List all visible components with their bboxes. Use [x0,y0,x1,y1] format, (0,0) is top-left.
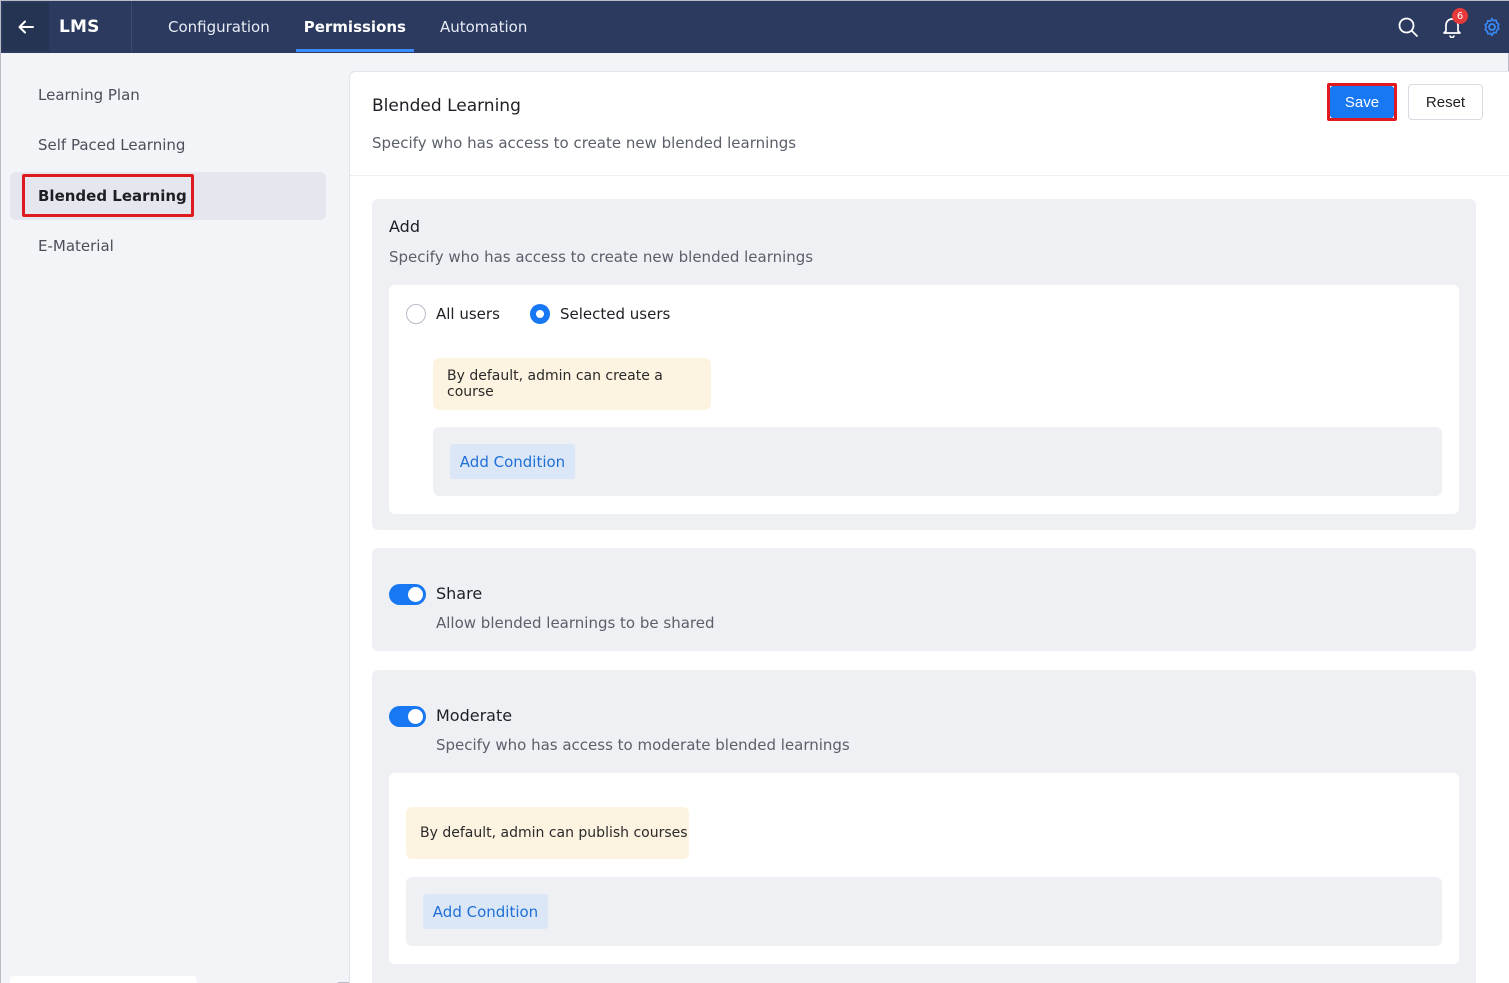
condition-area: Add Condition [406,877,1442,946]
add-condition-button[interactable]: Add Condition [450,444,575,479]
default-admin-note: By default, admin can publish courses [406,807,689,859]
sidebar-item-learning-plan[interactable]: Learning Plan [10,71,326,119]
moderate-section-body: By default, admin can publish courses Ad… [389,773,1459,964]
tab-configuration[interactable]: Configuration [168,1,270,53]
notifications-button[interactable]: 6 [1430,1,1474,53]
add-condition-button[interactable]: Add Condition [423,894,548,929]
share-toggle[interactable] [389,584,426,605]
save-button[interactable]: Save [1330,86,1394,118]
sidebar-item-e-material[interactable]: E-Material [10,222,326,270]
main-nav: Configuration Permissions Automation [168,1,561,53]
radio-button[interactable] [406,304,426,324]
tab-permissions[interactable]: Permissions [295,1,415,53]
sidebar: Learning Plan Self Paced Learning Blende… [1,53,338,983]
radio-selected-users[interactable]: Selected users [530,304,670,324]
divider [131,1,132,53]
radio-label: All users [436,305,500,323]
permissions-panel: Blended Learning Specify who has access … [349,71,1509,983]
search-button[interactable] [1386,1,1430,53]
default-admin-note: By default, admin can create a course [433,358,711,410]
share-permission-card: Share Allow blended learnings to be shar… [372,548,1476,651]
share-section-subtitle: Allow blended learnings to be shared [436,614,715,632]
radio-label: Selected users [560,305,671,323]
sidebar-scrollbar[interactable] [10,976,197,983]
sidebar-item-self-paced-learning[interactable]: Self Paced Learning [10,121,326,169]
settings-button[interactable] [1474,1,1509,53]
radio-button[interactable] [530,304,550,324]
arrow-left-icon [18,20,34,34]
moderate-section-subtitle: Specify who has access to moderate blend… [436,736,850,754]
add-section-body: All users Selected users By default, adm… [389,285,1459,514]
moderate-section-title: Moderate [436,706,513,725]
gear-icon [1484,17,1500,37]
tab-automation[interactable]: Automation [440,1,527,53]
top-actions: 6 [1386,1,1509,53]
notification-badge: 6 [1452,8,1468,24]
search-icon [1398,17,1418,37]
reset-button[interactable]: Reset [1408,84,1483,120]
moderate-toggle[interactable] [389,706,426,727]
back-button[interactable] [3,3,49,51]
page-title: Blended Learning [372,96,521,116]
app-title: LMS [59,17,100,37]
condition-area: Add Condition [433,427,1442,496]
add-section-subtitle: Specify who has access to create new ble… [389,248,814,266]
panel-header: Blended Learning Specify who has access … [350,72,1509,176]
sidebar-item-blended-learning[interactable]: Blended Learning [10,172,326,220]
add-permission-card: Add Specify who has access to create new… [372,199,1476,530]
add-section-title: Add [389,217,420,236]
page-subtitle: Specify who has access to create new ble… [372,134,797,152]
top-navigation-bar: LMS Configuration Permissions Automation… [1,1,1509,53]
moderate-permission-card: Moderate Specify who has access to moder… [372,670,1476,983]
radio-all-users[interactable]: All users [406,304,500,324]
share-section-title: Share [436,584,483,603]
